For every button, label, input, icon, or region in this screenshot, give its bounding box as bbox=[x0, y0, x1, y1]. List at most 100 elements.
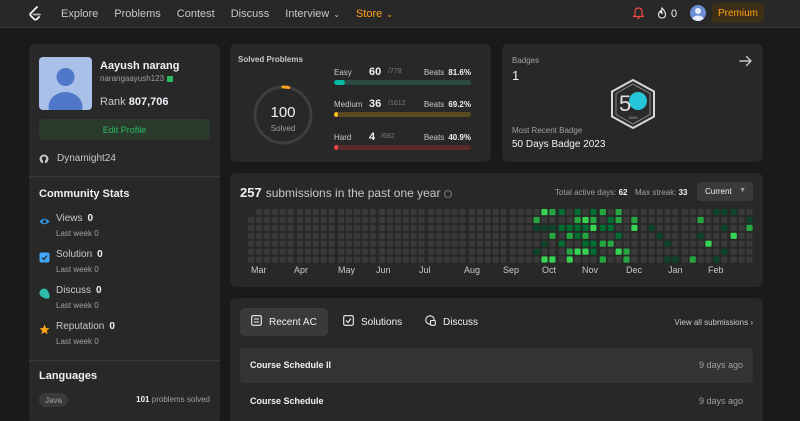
heatmap-cell[interactable] bbox=[369, 232, 376, 239]
heatmap-cell[interactable] bbox=[271, 224, 278, 231]
heatmap-cell[interactable] bbox=[320, 240, 327, 247]
heatmap-cell[interactable] bbox=[664, 256, 671, 263]
heatmap-cell[interactable] bbox=[361, 248, 368, 255]
heatmap-cell[interactable] bbox=[271, 240, 278, 247]
heatmap-cell[interactable] bbox=[730, 240, 737, 247]
heatmap-cell[interactable] bbox=[369, 224, 376, 231]
heatmap-cell[interactable] bbox=[697, 256, 704, 263]
heatmap-cell[interactable] bbox=[582, 224, 589, 231]
heatmap-cell[interactable] bbox=[263, 256, 270, 263]
heatmap-cell[interactable] bbox=[468, 240, 475, 247]
heatmap-cell[interactable] bbox=[296, 224, 304, 231]
heatmap-cell[interactable] bbox=[713, 209, 720, 216]
heatmap-cell[interactable] bbox=[378, 248, 386, 255]
heatmap-cell[interactable] bbox=[386, 240, 393, 247]
heatmap-cell[interactable] bbox=[582, 248, 589, 255]
heatmap-cell[interactable] bbox=[656, 224, 663, 231]
heatmap-cell[interactable] bbox=[353, 232, 360, 239]
heatmap-cell[interactable] bbox=[681, 224, 688, 231]
submission-title[interactable]: Course Schedule II bbox=[250, 360, 331, 370]
heatmap-cell[interactable] bbox=[279, 224, 286, 231]
heatmap-cell[interactable] bbox=[746, 240, 753, 247]
heatmap-cell[interactable] bbox=[664, 209, 671, 216]
heatmap-cell[interactable] bbox=[721, 240, 728, 247]
heatmap-cell[interactable] bbox=[574, 256, 581, 263]
heatmap-cell[interactable] bbox=[337, 256, 345, 263]
heatmap-cell[interactable] bbox=[590, 248, 597, 255]
heatmap-cell[interactable] bbox=[656, 240, 663, 247]
heatmap-cell[interactable] bbox=[705, 224, 712, 231]
heatmap-cell[interactable] bbox=[263, 232, 270, 239]
heatmap-cell[interactable] bbox=[566, 256, 573, 263]
heatmap-cell[interactable] bbox=[558, 216, 565, 224]
heatmap-cell[interactable] bbox=[509, 248, 516, 255]
heatmap-cell[interactable] bbox=[427, 216, 434, 224]
heatmap-cell[interactable] bbox=[500, 256, 507, 263]
heatmap-cell[interactable] bbox=[435, 209, 442, 216]
heatmap-cell[interactable] bbox=[738, 216, 745, 224]
heatmap-cell[interactable] bbox=[566, 209, 573, 216]
heatmap-cell[interactable] bbox=[664, 240, 671, 247]
heatmap-cell[interactable] bbox=[287, 232, 294, 239]
heatmap-cell[interactable] bbox=[402, 224, 409, 231]
heatmap-cell[interactable] bbox=[730, 216, 737, 224]
submission-row[interactable]: Course Schedule 9 days ago bbox=[240, 384, 753, 419]
heatmap-cell[interactable] bbox=[255, 216, 263, 224]
nav-item-store[interactable]: Store ⌄ bbox=[356, 8, 393, 20]
heatmap-cell[interactable] bbox=[378, 224, 386, 231]
heatmap-cell[interactable] bbox=[574, 216, 581, 224]
heatmap-cell[interactable] bbox=[296, 248, 304, 255]
heatmap-cell[interactable] bbox=[418, 232, 425, 239]
heatmap-cell[interactable] bbox=[541, 248, 548, 255]
premium-button[interactable]: Premium bbox=[712, 3, 764, 23]
heatmap-cell[interactable] bbox=[599, 216, 606, 224]
heatmap-cell[interactable] bbox=[640, 232, 647, 239]
heatmap-cell[interactable] bbox=[509, 240, 516, 247]
heatmap-cell[interactable] bbox=[492, 224, 499, 231]
heatmap-cell[interactable] bbox=[320, 216, 327, 224]
heatmap-cell[interactable] bbox=[738, 256, 745, 263]
heatmap-cell[interactable] bbox=[279, 209, 286, 216]
heatmap-cell[interactable] bbox=[533, 240, 540, 247]
heatmap-cell[interactable] bbox=[558, 232, 565, 239]
heatmap-cell[interactable] bbox=[541, 232, 548, 239]
heatmap-cell[interactable] bbox=[328, 248, 335, 255]
heatmap-cell[interactable] bbox=[574, 209, 581, 216]
heatmap-cell[interactable] bbox=[541, 240, 548, 247]
heatmap-cell[interactable] bbox=[459, 240, 466, 247]
heatmap-cell[interactable] bbox=[345, 216, 352, 224]
submission-title[interactable]: Course Schedule bbox=[250, 396, 324, 406]
heatmap-cell[interactable] bbox=[304, 224, 311, 231]
heatmap-cell[interactable] bbox=[248, 256, 255, 263]
heatmap-cell[interactable] bbox=[337, 209, 345, 216]
heatmap-cell[interactable] bbox=[402, 256, 409, 263]
heatmap-cell[interactable] bbox=[689, 216, 696, 224]
heatmap-cell[interactable] bbox=[255, 224, 263, 231]
heatmap-cell[interactable] bbox=[263, 216, 270, 224]
heatmap-cell[interactable] bbox=[721, 248, 728, 255]
heatmap-cell[interactable] bbox=[509, 209, 516, 216]
heatmap-cell[interactable] bbox=[566, 232, 573, 239]
heatmap-cell[interactable] bbox=[566, 216, 573, 224]
heatmap-cell[interactable] bbox=[500, 232, 507, 239]
heatmap-cell[interactable] bbox=[476, 224, 483, 231]
heatmap-cell[interactable] bbox=[525, 256, 532, 263]
heatmap-cell[interactable] bbox=[533, 216, 540, 224]
heatmap-cell[interactable] bbox=[738, 224, 745, 231]
heatmap-cell[interactable] bbox=[713, 224, 720, 231]
heatmap-cell[interactable] bbox=[640, 209, 647, 216]
heatmap-cell[interactable] bbox=[255, 240, 263, 247]
heatmap-cell[interactable] bbox=[410, 224, 417, 231]
heatmap-cell[interactable] bbox=[656, 256, 663, 263]
heatmap-cell[interactable] bbox=[705, 232, 712, 239]
heatmap-cell[interactable] bbox=[296, 256, 304, 263]
heatmap-cell[interactable] bbox=[672, 209, 679, 216]
heatmap-cell[interactable] bbox=[607, 216, 614, 224]
heatmap-cell[interactable] bbox=[459, 209, 466, 216]
heatmap-cell[interactable] bbox=[328, 240, 335, 247]
heatmap-cell[interactable] bbox=[721, 216, 728, 224]
heatmap-cell[interactable] bbox=[640, 256, 647, 263]
heatmap-cell[interactable] bbox=[337, 240, 345, 247]
heatmap-cell[interactable] bbox=[248, 232, 255, 239]
heatmap-cell[interactable] bbox=[435, 232, 442, 239]
